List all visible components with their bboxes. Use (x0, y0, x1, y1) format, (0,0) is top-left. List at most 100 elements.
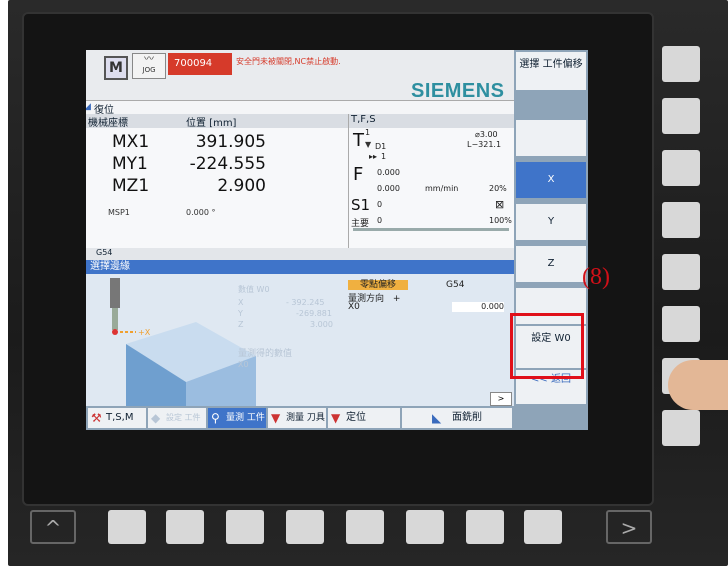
feed-value: 0.000 (377, 168, 400, 177)
measure-workpiece-icon: ⚲ (211, 411, 220, 425)
ghost-heading: 數值 W0 (238, 285, 270, 294)
set-workpiece-icon: ◆ (151, 411, 161, 425)
zero-offset-label: 零點偏移 (348, 280, 408, 290)
softkey-position[interactable]: ▼ 定位 (328, 408, 400, 428)
axis-name: MY1 (112, 154, 148, 174)
alarm-number[interactable]: 700094 (168, 53, 232, 75)
override-bar (353, 228, 509, 231)
hardware-softkey[interactable] (662, 410, 700, 446)
spindle-axis: MSP1 (108, 208, 130, 217)
ghost-axis: Y (238, 309, 243, 318)
t-next: 1 (381, 152, 387, 161)
machine-coords-label: 機械座標 (88, 118, 128, 129)
softkey-select-offset[interactable]: 選擇 工件偏移 (516, 52, 586, 90)
softkey-label: 定位 (346, 412, 366, 423)
axis-value: 2.900 (217, 176, 266, 196)
softkey-y[interactable]: Y (516, 204, 586, 240)
hardware-softkey[interactable] (346, 510, 384, 544)
softkey-z[interactable]: Z (516, 246, 586, 282)
finger (668, 360, 728, 410)
t-label: T (353, 130, 364, 151)
spindle-speed: 0 (377, 200, 383, 209)
ghost-axis: X (238, 298, 244, 307)
hardware-softkey[interactable] (662, 254, 700, 290)
softkey-x[interactable]: X (516, 162, 586, 198)
hardware-softkey[interactable] (166, 510, 204, 544)
work-area: +X 數值 W0 X - 392.245 Y -269.881 Z 3.000 … (86, 274, 514, 406)
cycle-title: 選擇邊緣 (86, 260, 514, 274)
hardware-softkey[interactable] (662, 98, 700, 134)
softkey-label: T,S,M (106, 412, 134, 423)
axis-name: MZ1 (112, 176, 150, 196)
jog-label: JOG (142, 66, 156, 74)
feed-unit: mm/min (425, 184, 459, 193)
tfs-panel: T 1 ▼ D1 ▸▸ 1 ⌀3.00 L−321.1 F 0.000 0.00… (348, 128, 515, 248)
annotation-box (510, 313, 584, 379)
softkey-empty[interactable] (516, 120, 586, 156)
x0-field[interactable]: 0.000 (452, 302, 504, 312)
reset-icon: ◢ (86, 102, 91, 112)
alarm-text: 安全門未被關閉,NC禁止啟動. (236, 57, 341, 66)
position-header: 機械座標 位置 [mm] (86, 114, 348, 129)
measure-tool-icon: ▼ (271, 411, 281, 425)
tfs-header: T,F,S (348, 114, 515, 128)
position-label: 位置 [mm] (186, 118, 237, 129)
t-number: 1 (365, 128, 371, 137)
ghost-axis: Z (238, 320, 244, 329)
g54-row: G54 (86, 248, 514, 260)
tool-length: L−321.1 (467, 140, 502, 149)
g54-label: G54 (96, 248, 113, 257)
d-label: D1 (375, 142, 387, 151)
hardware-softkey[interactable] (662, 306, 700, 342)
nav-up-button[interactable]: ^ (30, 510, 76, 544)
ghost-measured: 量測得的數值 (238, 349, 293, 359)
ghost-value: - 392.245 (286, 298, 325, 307)
reset-row: ◢ 復位 (86, 100, 514, 116)
nav-right-button[interactable]: > (606, 510, 652, 544)
softkey-label: 測量 刀具 (286, 413, 325, 423)
hardware-softkey[interactable] (466, 510, 504, 544)
softkey-set-workpiece[interactable]: ◆ 設定 工件 (148, 408, 206, 428)
probe-stem (112, 308, 118, 330)
axis-name: MX1 (112, 132, 150, 152)
spindle-value: 0.000 ° (186, 208, 216, 217)
f-label: F (353, 164, 364, 185)
t-next-icon: ▸▸ (369, 152, 378, 161)
hardware-softkey[interactable] (662, 46, 700, 82)
x0-label: X0 (348, 302, 360, 312)
scroll-right-icon[interactable]: > (490, 392, 512, 406)
hardware-softkey[interactable] (662, 202, 700, 238)
hardware-softkey[interactable] (286, 510, 324, 544)
hardware-softkey[interactable] (524, 510, 562, 544)
softkey-face-milling[interactable]: ◣ 面銑削 (402, 408, 512, 428)
hardware-softkey[interactable] (406, 510, 444, 544)
probe-tip (112, 329, 118, 335)
softkey-label: 量測 工件 (226, 413, 265, 423)
softkey-measure-workpiece[interactable]: ⚲ 量測 工件 (208, 408, 266, 428)
axis-value: -224.555 (189, 154, 266, 174)
softkey-tsm[interactable]: ⚒ T,S,M (88, 408, 146, 428)
hardware-softkey[interactable] (662, 150, 700, 186)
plus-x-label: +X (138, 328, 151, 337)
position-icon: ▼ (331, 411, 341, 425)
softkey-label: 設定 工件 (166, 413, 201, 422)
face-milling-icon: ◣ (432, 411, 442, 425)
tsm-icon: ⚒ (91, 411, 102, 425)
tool-diameter: ⌀3.00 (475, 130, 498, 139)
spindle-label: S1 (351, 196, 371, 214)
zero-offset-value[interactable]: G54 (446, 280, 464, 290)
annotation-label: (8) (582, 264, 610, 290)
tfs-label: T,F,S (351, 114, 376, 125)
jog-icon: 〰 JOG (132, 53, 166, 79)
softkey-label: 面銑削 (452, 412, 482, 423)
softkey-measure-tool[interactable]: ▼ 測量 刀具 (268, 408, 326, 428)
hardware-softkey[interactable] (226, 510, 264, 544)
spindle-stop-icon: ⊠ (495, 198, 505, 211)
hardware-softkey[interactable] (108, 510, 146, 544)
tool-icon: ▼ (365, 140, 372, 149)
measure-dir-sign[interactable]: + (393, 294, 401, 304)
main-value: 0 (377, 216, 383, 225)
horizontal-softkeys: ⚒ T,S,M ◆ 設定 工件 ⚲ 量測 工件 ▼ 測量 刀具 ▼ 定位 ◣ 面… (86, 406, 588, 430)
feed-override: 20% (489, 184, 507, 193)
header: M 〰 JOG 700094 安全門未被關閉,NC禁止啟動. SIEMENS (86, 50, 514, 106)
